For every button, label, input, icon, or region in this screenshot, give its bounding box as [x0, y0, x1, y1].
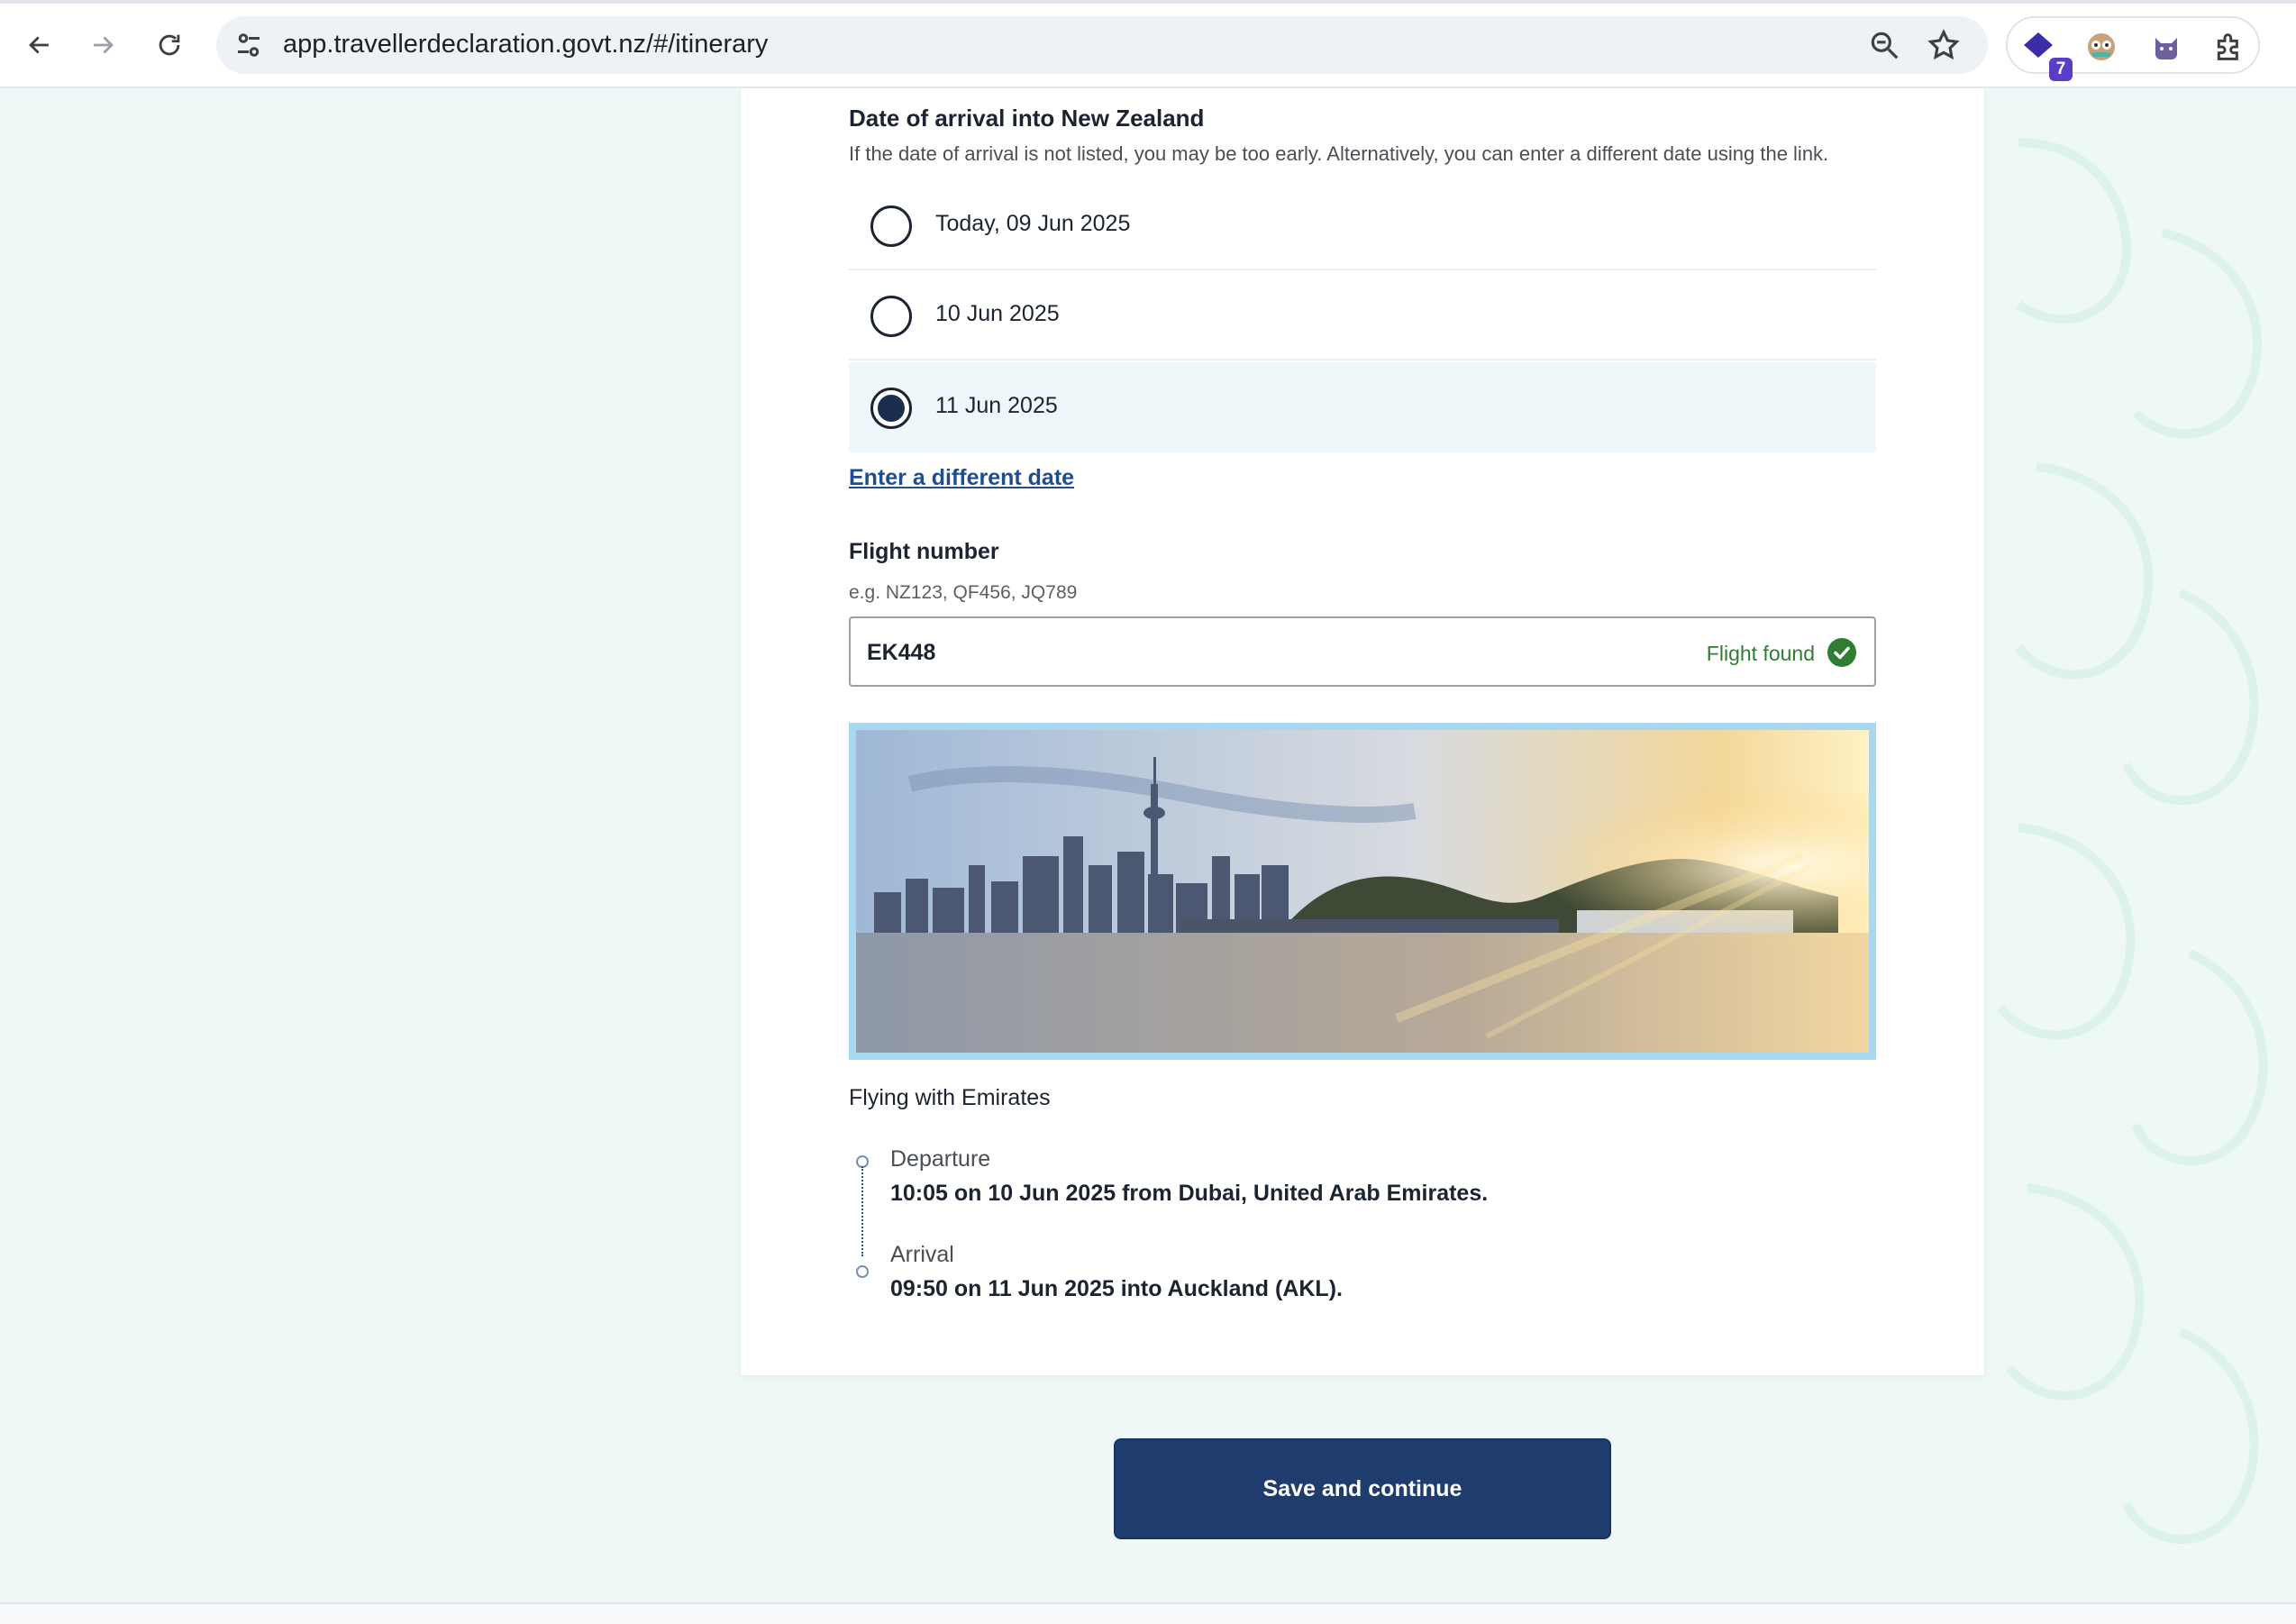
flight-found-status: Flight found	[1706, 642, 1815, 665]
extension-owl-icon[interactable]	[2083, 29, 2119, 65]
itinerary-card: Date of arrival into New Zealand If the …	[741, 88, 1984, 1375]
forward-icon[interactable]	[81, 23, 124, 67]
back-icon[interactable]	[18, 23, 61, 67]
flight-number-hint: e.g. NZ123, QF456, JQ789	[849, 582, 1078, 603]
flight-timeline: Departure 10:05 on 10 Jun 2025 from Duba…	[849, 1134, 1876, 1301]
radio-label: Today, 09 Jun 2025	[935, 211, 1131, 236]
radio-label: 10 Jun 2025	[935, 301, 1060, 326]
url-text[interactable]: app.travellerdeclaration.govt.nz/#/itine…	[283, 30, 768, 59]
browser-toolbar: app.travellerdeclaration.govt.nz/#/itine…	[0, 0, 2296, 88]
bookmark-star-icon[interactable]	[1927, 28, 1961, 62]
radio-label: 11 Jun 2025	[935, 393, 1058, 418]
extensions-puzzle-icon[interactable]	[2211, 29, 2247, 65]
reload-icon[interactable]	[148, 23, 191, 67]
tab-strip-edge	[0, 0, 2296, 4]
radio-button-selected[interactable]	[870, 388, 912, 429]
auckland-skyline-image	[856, 730, 1869, 1053]
enter-different-date-link[interactable]: Enter a different date	[849, 465, 1876, 491]
flight-number-value[interactable]: EK448	[867, 640, 935, 666]
extension-badge: 7	[2049, 58, 2073, 81]
radio-button[interactable]	[870, 205, 912, 247]
arrival-date-hint: If the date of arrival is not listed, yo…	[849, 142, 1829, 165]
flight-number-input[interactable]: EK448 Flight found	[849, 616, 1876, 687]
arrival-date-title: Date of arrival into New Zealand	[849, 105, 1205, 132]
site-settings-icon[interactable]	[232, 29, 265, 61]
extension-cat-icon[interactable]	[2148, 29, 2184, 65]
zoom-icon[interactable]	[1867, 28, 1901, 62]
check-circle-icon	[1827, 638, 1856, 667]
timeline-connector	[861, 1166, 863, 1256]
departure-heading: Departure	[890, 1146, 991, 1172]
arrival-detail: 09:50 on 11 Jun 2025 into Auckland (AKL)…	[890, 1276, 1343, 1301]
departure-detail: 10:05 on 10 Jun 2025 from Dubai, United …	[890, 1181, 1489, 1206]
arrival-dot-icon	[856, 1265, 869, 1278]
airline-text: Flying with Emirates	[849, 1085, 1051, 1110]
bottom-edge	[0, 1602, 2296, 1624]
extensions-group: 7	[2006, 16, 2260, 81]
arrival-option-11-jun[interactable]: 11 Jun 2025	[849, 362, 1876, 452]
auckland-skyline-image-frame	[849, 723, 1876, 1060]
background-pattern	[1997, 138, 2268, 1544]
arrival-heading: Arrival	[890, 1242, 954, 1267]
arrival-option-10-jun[interactable]: 10 Jun 2025	[849, 270, 1876, 360]
save-and-continue-button[interactable]: Save and continue	[1114, 1438, 1611, 1539]
address-bar[interactable]: app.travellerdeclaration.govt.nz/#/itine…	[216, 16, 1988, 74]
flight-number-label: Flight number	[849, 539, 999, 564]
arrival-option-today[interactable]: Today, 09 Jun 2025	[849, 180, 1876, 270]
radio-button[interactable]	[870, 296, 912, 337]
extension-app-icon[interactable]: 7	[2020, 29, 2073, 81]
